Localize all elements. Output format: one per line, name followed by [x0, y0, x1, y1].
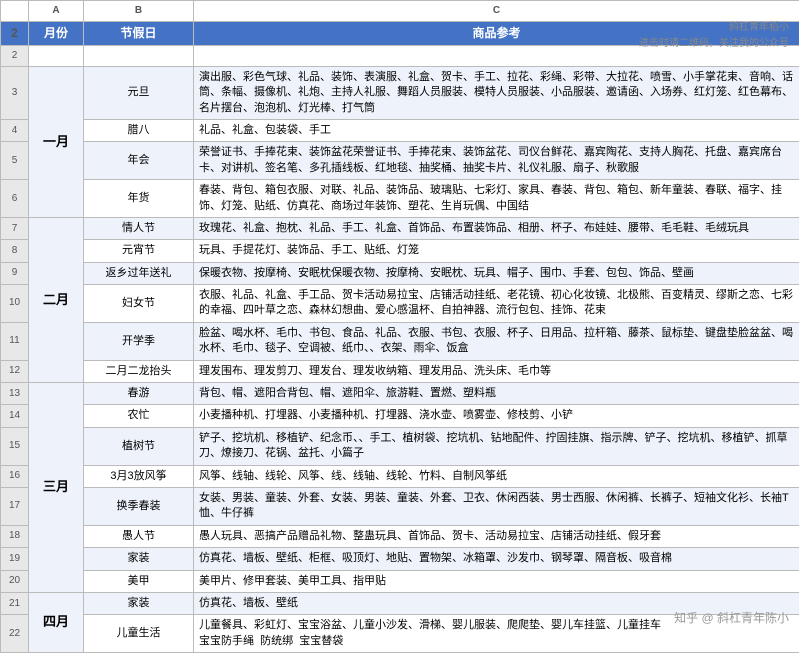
logo: 知乎 @ 斜杠青年陈小: [674, 609, 789, 626]
table-row: 15 植树节铲子、挖坑机、移植铲、纪念币、、手工、植树袋、挖坑机、钻地配件、拧固挂…: [1, 427, 799, 465]
col-c-label: C: [194, 1, 799, 22]
row-number: 13: [1, 383, 29, 405]
festival-cell: 家装: [84, 548, 194, 570]
content-cell: 衣服、礼品、礼盒、手工品、贺卡活动易拉宝、店铺活动挂纸、老花镜、初心化妆镜、北极…: [194, 285, 799, 323]
festival-cell: 情人节: [84, 217, 194, 239]
table-row: 5 年会荣誉证书、手捧花束、装饰盆花荣誉证书、手捧花束、装饰盆花、司仪台鲜花、嘉宾…: [1, 142, 799, 180]
festival-cell: 返乡过年送礼: [84, 262, 194, 284]
col-a-label: A: [29, 1, 84, 22]
row-number: 19: [1, 548, 29, 570]
festival-cell: 换季春装: [84, 488, 194, 526]
header-month: 月份: [29, 22, 84, 46]
row-number: 4: [1, 119, 29, 141]
table-row: 9 返乡过年送礼保暖衣物、按摩椅、安眠枕保暖衣物、按摩椅、安眠枕、玩具、帽子、围巾…: [1, 262, 799, 284]
festival-cell: 愚人节: [84, 525, 194, 547]
table-row: 13三月春游背包、帽、遮阳合背包、帽、遮阳伞、旅游鞋、置燃、塑料瓶: [1, 383, 799, 405]
table-row: 17 换季春装女装、男装、童装、外套、女装、男装、童装、外套、卫衣、休闲西装、男士…: [1, 488, 799, 526]
content-cell: 美甲片、修甲套装、美甲工具、指甲贴: [194, 570, 799, 592]
row-number: 14: [1, 405, 29, 427]
month-cell: 二月: [29, 217, 84, 382]
row-number: 18: [1, 525, 29, 547]
row-2-num: 2: [1, 22, 29, 46]
table-row: 18 愚人节愚人玩具、恶搞产品赠品礼物、整蛊玩具、首饰品、贺卡、活动易拉宝、店铺活…: [1, 525, 799, 547]
festival-cell: [29, 45, 84, 66]
content-cell: 荣誉证书、手捧花束、装饰盆花荣誉证书、手捧花束、装饰盆花、司仪台鲜花、嘉宾陶花、…: [194, 142, 799, 180]
row-number: 8: [1, 240, 29, 262]
row-number: 11: [1, 322, 29, 360]
month-cell: 三月: [29, 383, 84, 593]
row-number: 12: [1, 360, 29, 382]
row-number: 17: [1, 488, 29, 526]
content-cell: [84, 45, 194, 66]
table-row: 19 家装仿真花、墙板、壁纸、柜框、吸顶灯、地贴、置物架、冰箱罩、沙发巾、钢琴罩、…: [1, 548, 799, 570]
content-cell: 女装、男装、童装、外套、女装、男装、童装、外套、卫衣、休闲西装、男士西服、休闲裤…: [194, 488, 799, 526]
content-cell: 礼品、礼盒、包装袋、手工: [194, 119, 799, 141]
watermark: 斜杠青年稻小 进击时请二维码，关注我的公众号: [639, 20, 789, 52]
row-number: 2: [1, 45, 29, 66]
col-b-label: B: [84, 1, 194, 22]
content-cell: 背包、帽、遮阳合背包、帽、遮阳伞、旅游鞋、置燃、塑料瓶: [194, 383, 799, 405]
row-number: 20: [1, 570, 29, 592]
row-number: 5: [1, 142, 29, 180]
festival-cell: 腊八: [84, 119, 194, 141]
month-cell: 一月: [29, 66, 84, 217]
festival-cell: 元旦: [84, 66, 194, 119]
table-row: 12 二月二龙抬头理发围布、理发剪刀、理发台、理发收纳箱、理发用品、洗头床、毛巾等: [1, 360, 799, 382]
festival-cell: 元宵节: [84, 240, 194, 262]
content-cell: 春装、背包、箱包衣服、对联、礼品、装饰品、玻璃贴、七彩灯、家具、春装、背包、箱包…: [194, 180, 799, 218]
content-cell: 仿真花、墙板、壁纸、柜框、吸顶灯、地贴、置物架、冰箱罩、沙发巾、钢琴罩、隔音板、…: [194, 548, 799, 570]
festival-cell: 3月3放风筝: [84, 465, 194, 487]
content-cell: 愚人玩具、恶搞产品赠品礼物、整蛊玩具、首饰品、贺卡、活动易拉宝、店铺活动挂纸、假…: [194, 525, 799, 547]
content-cell: 理发围布、理发剪刀、理发台、理发收纳箱、理发用品、洗头床、毛巾等: [194, 360, 799, 382]
content-cell: 铲子、挖坑机、移植铲、纪念币、、手工、植树袋、挖坑机、钻地配件、拧固挂旗、指示牌…: [194, 427, 799, 465]
row-number: 15: [1, 427, 29, 465]
table-row: 4 腊八礼品、礼盒、包装袋、手工: [1, 119, 799, 141]
row-number: 7: [1, 217, 29, 239]
table-row: 10 妇女节衣服、礼品、礼盒、手工品、贺卡活动易拉宝、店铺活动挂纸、老花镜、初心化…: [1, 285, 799, 323]
col-letter-row: A B C: [1, 1, 799, 22]
table-row: 3一月元旦演出服、彩色气球、礼品、装饰、表演服、礼盒、贺卡、手工、拉花、彩绳、彩…: [1, 66, 799, 119]
festival-cell: 美甲: [84, 570, 194, 592]
row-number: 10: [1, 285, 29, 323]
main-table: A B C 2 月份 节假日 商品参考 23一月元旦演出服、彩色气球、礼品、装饰…: [0, 0, 799, 653]
content-cell: 保暖衣物、按摩椅、安眠枕保暖衣物、按摩椅、安眠枕、玩具、帽子、围巾、手套、包包、…: [194, 262, 799, 284]
content-cell: 脸盆、喝水杯、毛巾、书包、食品、礼品、衣服、书包、衣服、杯子、日用品、拉杆箱、藤…: [194, 322, 799, 360]
table-row: 7二月情人节玫瑰花、礼盒、抱枕、礼品、手工、礼盒、首饰品、布置装饰品、相册、杯子…: [1, 217, 799, 239]
festival-cell: 年货: [84, 180, 194, 218]
content-cell: 玫瑰花、礼盒、抱枕、礼品、手工、礼盒、首饰品、布置装饰品、相册、杯子、布娃娃、腰…: [194, 217, 799, 239]
content-cell: 玩具、手提花灯、装饰品、手工、贴纸、灯笼: [194, 240, 799, 262]
watermark-line1: 斜杠青年稻小: [639, 20, 789, 36]
row-number: 6: [1, 180, 29, 218]
month-cell: 四月: [29, 592, 84, 652]
row-number: 16: [1, 465, 29, 487]
festival-cell: 年会: [84, 142, 194, 180]
header-festival: 节假日: [84, 22, 194, 46]
content-cell: 演出服、彩色气球、礼品、装饰、表演服、礼盒、贺卡、手工、拉花、彩绳、彩带、大拉花…: [194, 66, 799, 119]
watermark-line2: 进击时请二维码，关注我的公众号: [639, 36, 789, 52]
festival-cell: 春游: [84, 383, 194, 405]
festival-cell: 植树节: [84, 427, 194, 465]
festival-cell: 开学季: [84, 322, 194, 360]
table-row: 14 农忙小麦播种机、打埋器、小麦播种机、打埋器、浇水壶、喷雾壶、修枝剪、小铲: [1, 405, 799, 427]
festival-cell: 妇女节: [84, 285, 194, 323]
content-cell: 小麦播种机、打埋器、小麦播种机、打埋器、浇水壶、喷雾壶、修枝剪、小铲: [194, 405, 799, 427]
table-row: 20 美甲美甲片、修甲套装、美甲工具、指甲贴: [1, 570, 799, 592]
table-row: 8 元宵节玩具、手提花灯、装饰品、手工、贴纸、灯笼: [1, 240, 799, 262]
festival-cell: 家装: [84, 592, 194, 614]
row-number: 21: [1, 592, 29, 614]
row-number: 3: [1, 66, 29, 119]
content-cell: 风筝、线轴、线轮、风筝、线、线轴、线轮、竹料、自制风筝纸: [194, 465, 799, 487]
table-row: 11 开学季脸盆、喝水杯、毛巾、书包、食品、礼品、衣服、书包、衣服、杯子、日用品、…: [1, 322, 799, 360]
corner-cell: [1, 1, 29, 22]
festival-cell: 农忙: [84, 405, 194, 427]
table-row: 6 年货春装、背包、箱包衣服、对联、礼品、装饰品、玻璃贴、七彩灯、家具、春装、背包…: [1, 180, 799, 218]
table-row: 16 3月3放风筝风筝、线轴、线轮、风筝、线、线轴、线轮、竹料、自制风筝纸: [1, 465, 799, 487]
row-number: 9: [1, 262, 29, 284]
festival-cell: 二月二龙抬头: [84, 360, 194, 382]
